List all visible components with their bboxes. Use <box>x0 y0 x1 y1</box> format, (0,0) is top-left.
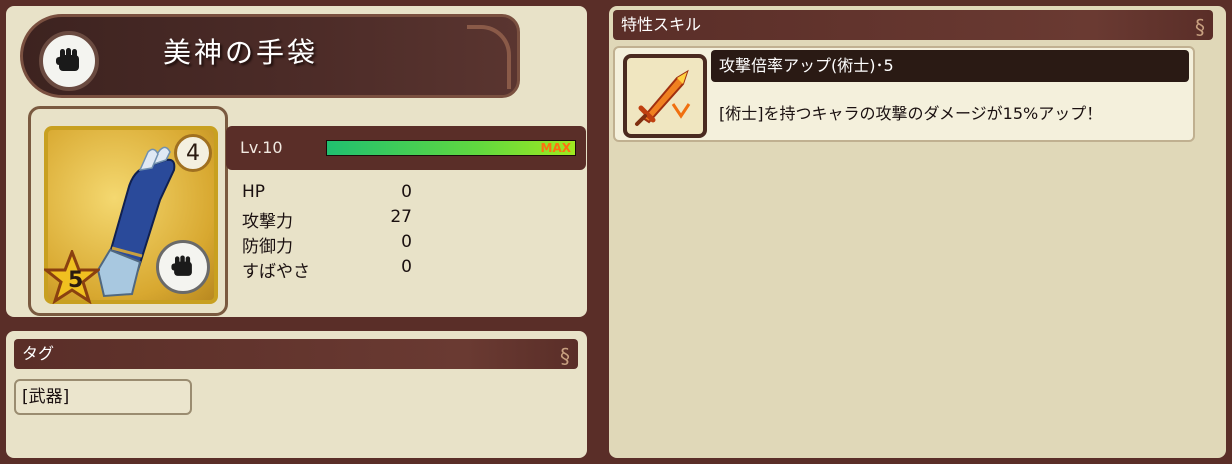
skill-section-header: 特性スキル § <box>613 10 1213 40</box>
fist-icon <box>156 240 210 294</box>
skill-description: [術士]を持つキャラの攻撃のダメージが15%アップ！ <box>719 104 1103 123</box>
stat-value: 0 <box>401 232 412 252</box>
skill-header-label: 特性スキル <box>621 15 702 34</box>
exp-max-label: MAX <box>540 141 571 155</box>
tag-panel: タグ § [武器] <box>6 331 587 458</box>
tag-header-label: タグ <box>22 344 55 363</box>
rarity-value: 5 <box>68 268 84 293</box>
stat-row-speed: すばやさ 0 <box>242 257 412 282</box>
level-row: Lv.10 MAX <box>226 126 586 170</box>
skill-panel: 特性スキル § 攻撃倍率アップ(術士)･5 [術士]を持つキャラの攻撃のダメージ… <box>609 6 1226 458</box>
scroll-curl-icon: § <box>560 344 570 368</box>
level-label: Lv.10 <box>240 138 283 157</box>
item-name: 美神の手袋 <box>163 36 319 69</box>
item-card: 4 5 <box>44 126 218 304</box>
tag-section-header: タグ § <box>14 339 578 369</box>
fist-icon <box>39 31 99 91</box>
item-detail-panel: 美神の手袋 4 5 Lv.10 MAX HP 0 攻撃力 27 防御力 0 すば… <box>6 6 587 317</box>
stat-value: 0 <box>401 257 412 277</box>
flaming-sword-icon <box>623 54 707 138</box>
stat-name: HP <box>242 182 266 202</box>
scroll-curl-icon: § <box>1195 15 1205 39</box>
exp-bar-fill <box>327 141 575 155</box>
stat-row-hp: HP 0 <box>242 182 412 204</box>
item-title-banner: 美神の手袋 <box>20 14 520 98</box>
item-level-badge: 4 <box>174 134 212 172</box>
stat-name: 攻撃力 <box>242 212 293 232</box>
stat-row-defense: 防御力 0 <box>242 232 412 257</box>
stat-value: 27 <box>390 207 412 227</box>
tag-chip[interactable]: [武器] <box>14 379 192 415</box>
stat-name: すばやさ <box>242 262 310 282</box>
skill-entry[interactable]: 攻撃倍率アップ(術士)･5 [術士]を持つキャラの攻撃のダメージが15%アップ！ <box>613 46 1195 142</box>
stat-row-attack: 攻撃力 27 <box>242 207 412 232</box>
stat-value: 0 <box>401 182 412 202</box>
skill-name: 攻撃倍率アップ(術士)･5 <box>711 50 1189 82</box>
exp-bar: MAX <box>326 140 576 156</box>
stat-name: 防御力 <box>242 237 293 257</box>
